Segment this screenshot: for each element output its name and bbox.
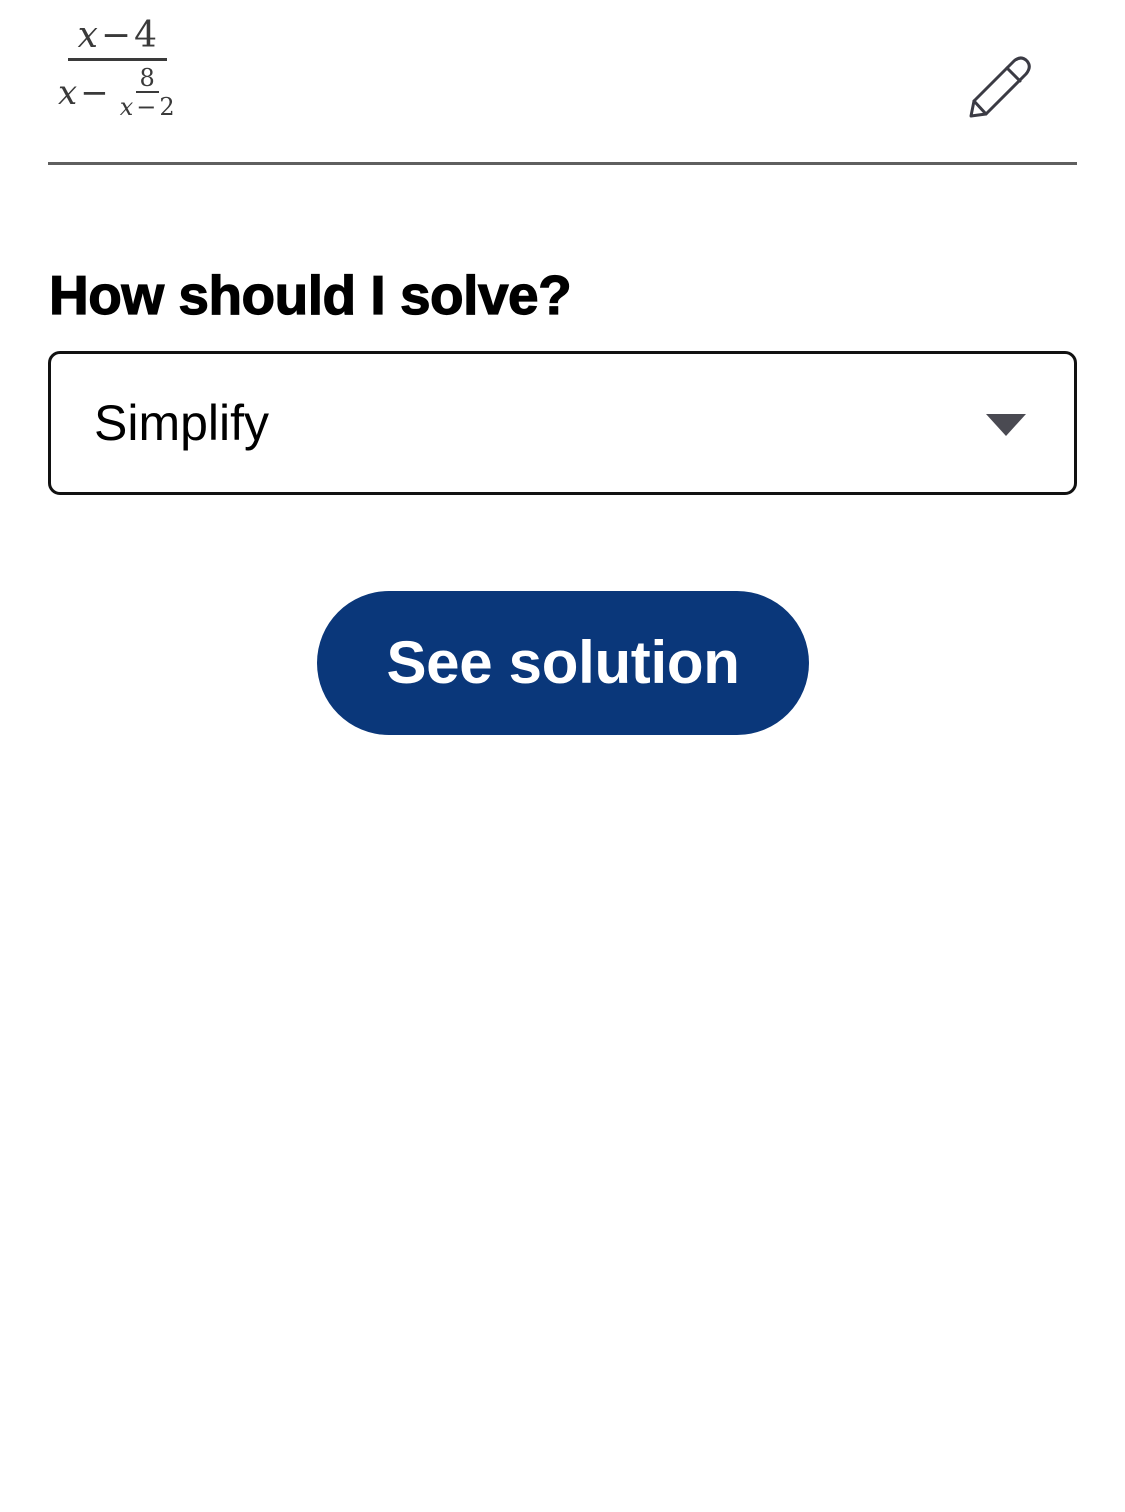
- nested-denominator: x − 2: [118, 93, 177, 121]
- nested-denominator-variable: x: [119, 93, 134, 121]
- denominator-variable: x: [58, 73, 78, 113]
- see-solution-label: See solution: [386, 628, 740, 696]
- main-numerator: x − 4: [67, 14, 167, 61]
- main-denominator: x − 8 x − 2: [54, 61, 181, 121]
- caret-down-icon: [986, 414, 1026, 436]
- pencil-icon: [969, 56, 1031, 118]
- numerator-variable: x: [77, 15, 98, 56]
- solve-method-select[interactable]: Simplify: [48, 351, 1077, 495]
- main-fraction: x − 4 x − 8 x − 2: [54, 14, 181, 121]
- nested-numerator: 8: [135, 65, 159, 93]
- nested-denominator-operator: −: [136, 93, 157, 121]
- selected-method: Simplify: [94, 395, 270, 451]
- math-expression: x − 4 x − 8 x − 2: [54, 14, 181, 121]
- nested-denominator-constant: 2: [159, 93, 175, 121]
- question-heading: How should I solve?: [48, 263, 572, 326]
- see-solution-button[interactable]: See solution: [317, 591, 809, 735]
- denominator-operator: −: [80, 73, 109, 113]
- numerator-constant: 4: [134, 15, 157, 56]
- edit-expression-button[interactable]: [962, 50, 1034, 122]
- expression-header: x − 4 x − 8 x − 2: [48, 0, 1077, 165]
- numerator-operator: −: [100, 15, 132, 56]
- nested-fraction: 8 x − 2: [118, 65, 177, 121]
